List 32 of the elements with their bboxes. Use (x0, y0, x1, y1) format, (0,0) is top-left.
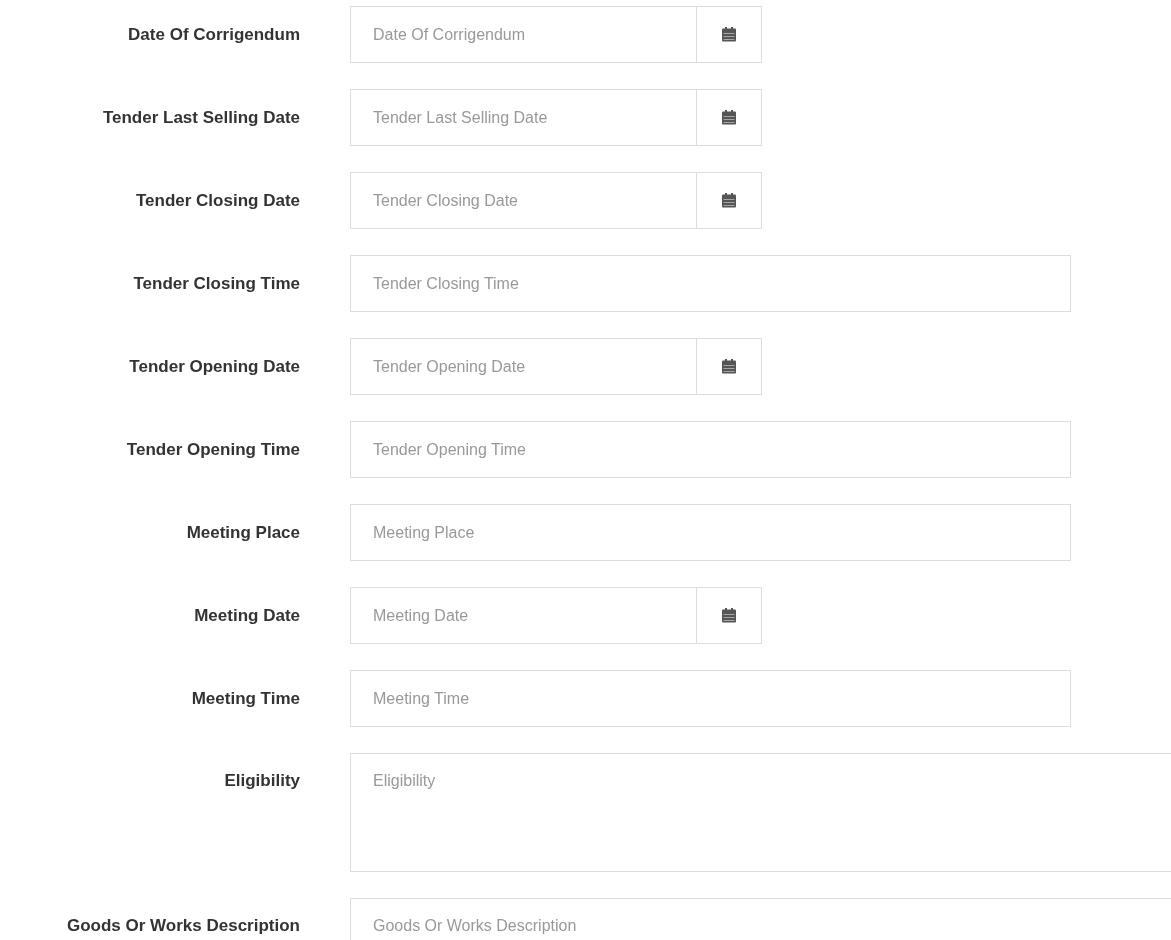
calendar-button[interactable] (697, 338, 762, 395)
calendar-button[interactable] (697, 587, 762, 644)
calendar-icon (722, 110, 736, 125)
field-label: Tender Opening Date (128, 356, 300, 378)
text-input-field[interactable]: Meeting Place (350, 504, 1071, 561)
date-input-field[interactable]: Meeting Date (350, 587, 697, 644)
text-input-field[interactable]: Tender Opening Time (350, 421, 1071, 478)
field-label: Tender Last Selling Date (101, 107, 300, 129)
text-input-field[interactable]: Tender Closing Time (350, 255, 1071, 312)
field-label: Date Of Corrigendum (127, 24, 300, 46)
field-label: Meeting Time (190, 688, 300, 710)
field-label: Tender Opening Time (125, 439, 300, 461)
field-label: Tender Closing Date (134, 190, 300, 212)
calendar-button[interactable] (697, 89, 762, 146)
field-label: Meeting Date (193, 605, 300, 627)
calendar-button[interactable] (697, 6, 762, 63)
calendar-icon (722, 27, 736, 42)
field-label: Tender Closing Time (132, 273, 300, 295)
calendar-icon (722, 608, 736, 623)
field-label: Goods Or Works Description (66, 915, 300, 937)
date-input-field[interactable]: Tender Last Selling Date (350, 89, 697, 146)
date-input-field[interactable]: Tender Closing Date (350, 172, 697, 229)
textarea-field[interactable]: Eligibility (350, 753, 1171, 872)
text-input-field[interactable]: Meeting Time (350, 670, 1071, 727)
calendar-icon (722, 359, 736, 374)
calendar-icon (722, 193, 736, 208)
textarea-field[interactable]: Goods Or Works Description (350, 898, 1171, 940)
date-input-field[interactable]: Tender Opening Date (350, 338, 697, 395)
field-label: Eligibility (223, 770, 300, 792)
date-input-field[interactable]: Date Of Corrigendum (350, 6, 697, 63)
field-label: Meeting Place (185, 522, 300, 544)
calendar-button[interactable] (697, 172, 762, 229)
